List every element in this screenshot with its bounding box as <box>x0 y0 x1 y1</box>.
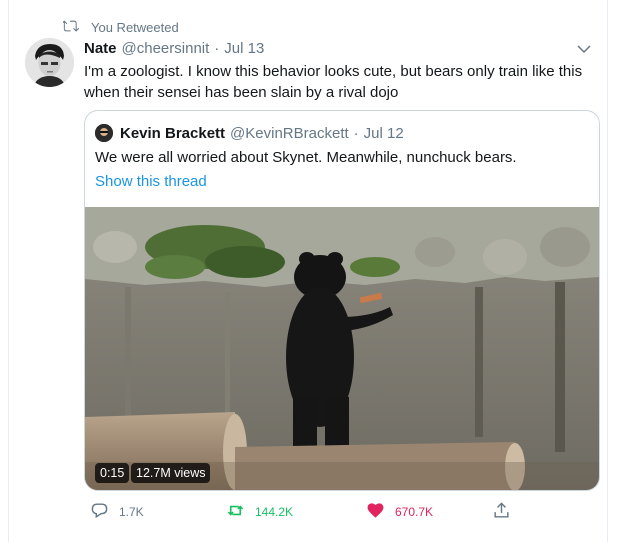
quoted-tweet-date[interactable]: Jul 12 <box>364 125 404 142</box>
avatar[interactable] <box>25 38 74 87</box>
retweet-button[interactable]: 144.2K <box>226 500 293 524</box>
author-handle[interactable]: @cheersinnit <box>122 40 210 57</box>
retweet-icon <box>61 18 80 37</box>
tweet-text: I'm a zoologist. I know this behavior lo… <box>84 63 583 101</box>
retweet-count: 144.2K <box>255 505 294 519</box>
retweet-banner: You Retweeted <box>61 18 179 37</box>
like-count: 670.7K <box>395 505 434 519</box>
tweet-date[interactable]: Jul 13 <box>224 40 264 57</box>
tweet-card[interactable]: You Retweeted Nate @cheersinnit · Jul 13… <box>8 0 608 542</box>
video-player[interactable] <box>85 207 599 490</box>
chevron-down-icon[interactable] <box>575 40 593 58</box>
reply-button[interactable]: 1.7K <box>90 500 144 524</box>
share-button[interactable] <box>492 500 511 524</box>
tweet-header: Nate @cheersinnit · Jul 13 <box>84 38 264 58</box>
quoted-avatar <box>95 124 113 142</box>
quoted-tweet-text: We were all worried about Skynet. Meanwh… <box>95 149 517 166</box>
quoted-author-handle[interactable]: @KevinRBrackett <box>230 125 349 142</box>
quoted-tweet-header: Kevin Brackett @KevinRBrackett · Jul 12 <box>95 123 404 143</box>
video-duration-badge: 0:15 <box>95 463 130 483</box>
video-views-badge: 12.7M views <box>131 463 211 483</box>
quoted-author-name[interactable]: Kevin Brackett <box>120 125 225 142</box>
author-name[interactable]: Nate <box>84 40 117 57</box>
reply-count: 1.7K <box>119 505 144 519</box>
show-thread-link[interactable]: Show this thread <box>95 173 207 190</box>
separator: · <box>214 39 220 57</box>
separator: · <box>353 124 359 142</box>
like-button[interactable]: 670.7K <box>366 500 433 524</box>
share-icon <box>492 501 511 523</box>
video-thumbnail <box>85 207 599 490</box>
retweet-banner-text: You Retweeted <box>91 19 179 35</box>
tweet-actions: 1.7K 144.2K 670.7K <box>84 500 524 524</box>
reply-icon <box>90 501 109 523</box>
heart-icon <box>366 501 385 523</box>
retweet-icon <box>226 501 245 523</box>
quoted-tweet[interactable]: Kevin Brackett @KevinRBrackett · Jul 12 … <box>84 110 600 491</box>
